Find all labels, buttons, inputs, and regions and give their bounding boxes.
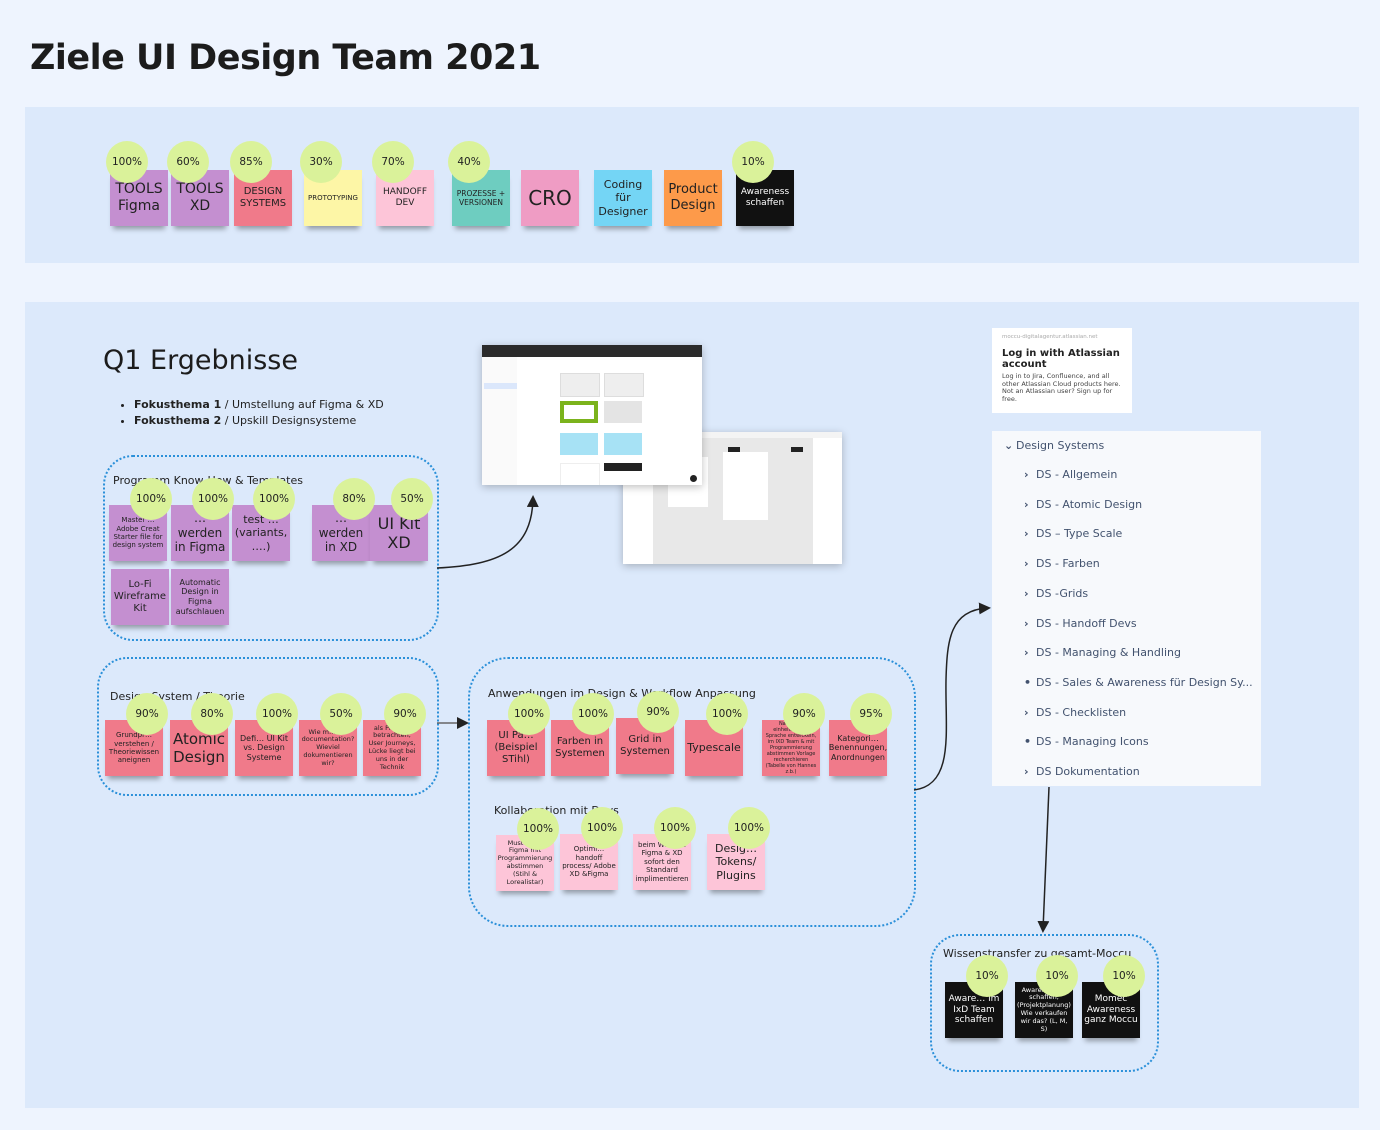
progress-badge: 90% xyxy=(126,693,168,735)
progress-badge: 90% xyxy=(783,693,825,735)
progress-badge: 95% xyxy=(850,693,892,735)
progress-badge: 100% xyxy=(256,693,298,735)
progress-badge: 70% xyxy=(372,141,414,183)
progress-badge: 10% xyxy=(1103,955,1145,997)
progress-badge: 100% xyxy=(253,478,295,520)
progress-badge: 100% xyxy=(106,141,148,183)
progress-badge: 10% xyxy=(732,141,774,183)
progress-badge: 10% xyxy=(966,955,1008,997)
progress-badge: 40% xyxy=(448,141,490,183)
progress-badge: 80% xyxy=(191,693,233,735)
progress-badge: 80% xyxy=(333,478,375,520)
progress-badge: 50% xyxy=(391,478,433,520)
progress-badge: 100% xyxy=(130,478,172,520)
progress-badge: 30% xyxy=(300,141,342,183)
progress-badge: 100% xyxy=(706,693,748,735)
progress-badge: 100% xyxy=(654,807,696,849)
arrow-tree-to-wissen xyxy=(1037,786,1050,933)
progress-badge: 100% xyxy=(581,807,623,849)
progress-badge: 100% xyxy=(517,808,559,850)
progress-badge: 60% xyxy=(167,141,209,183)
arrow-anwendungen-to-tree xyxy=(913,602,991,791)
progress-badge: 50% xyxy=(320,693,362,735)
progress-badge: 90% xyxy=(637,691,679,733)
progress-badge: 10% xyxy=(1036,955,1078,997)
progress-badge: 100% xyxy=(508,693,550,735)
arrow-programm-to-screens xyxy=(436,495,539,569)
progress-badge: 100% xyxy=(728,807,770,849)
progress-badge: 90% xyxy=(384,693,426,735)
progress-badge: 100% xyxy=(192,478,234,520)
progress-badge: 100% xyxy=(572,693,614,735)
progress-badge: 85% xyxy=(230,141,272,183)
